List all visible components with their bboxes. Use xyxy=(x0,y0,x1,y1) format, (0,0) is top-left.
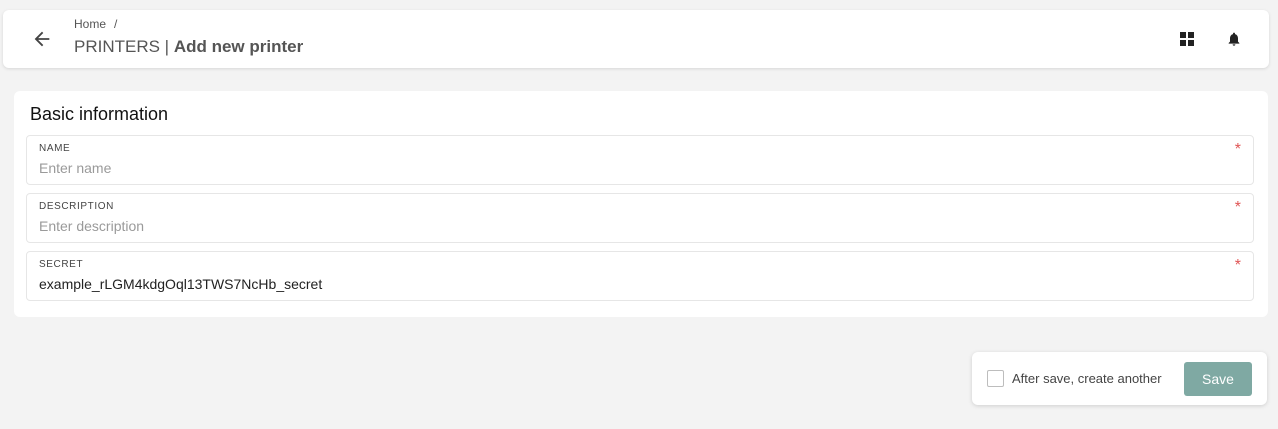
breadcrumb-home[interactable]: Home xyxy=(74,17,106,31)
form-actions: After save, create another Save xyxy=(972,352,1267,405)
secret-input[interactable] xyxy=(39,276,1229,292)
required-marker: * xyxy=(1234,141,1241,158)
secret-label: SECRET xyxy=(39,259,84,270)
secret-field[interactable]: SECRET * xyxy=(26,251,1254,301)
name-field[interactable]: NAME * xyxy=(26,135,1254,185)
page-title: PRINTERS | Add new printer xyxy=(74,37,303,57)
description-label: DESCRIPTION xyxy=(39,201,114,212)
description-input[interactable] xyxy=(39,218,1229,234)
required-marker: * xyxy=(1234,257,1241,274)
description-field[interactable]: DESCRIPTION * xyxy=(26,193,1254,243)
arrow-left-icon xyxy=(31,28,53,55)
name-label: NAME xyxy=(39,143,71,154)
page-title-prefix: PRINTERS | xyxy=(74,37,170,56)
create-another-checkbox[interactable] xyxy=(987,370,1004,387)
save-button[interactable]: Save xyxy=(1184,362,1252,396)
breadcrumb: Home / xyxy=(74,17,117,31)
back-button[interactable] xyxy=(27,26,57,56)
dashboard-button[interactable] xyxy=(1175,29,1199,53)
notifications-button[interactable] xyxy=(1222,29,1246,53)
required-marker: * xyxy=(1234,199,1241,216)
page-title-main: Add new printer xyxy=(173,37,304,56)
name-input[interactable] xyxy=(39,160,1229,176)
create-another-label[interactable]: After save, create another xyxy=(1012,371,1162,386)
grid-icon xyxy=(1179,31,1195,52)
section-title: Basic information xyxy=(30,104,169,124)
breadcrumb-separator: / xyxy=(114,17,118,31)
bell-icon xyxy=(1226,31,1242,52)
top-bar: Home / PRINTERS | Add new printer xyxy=(3,10,1269,68)
basic-information-card: Basic information NAME * DESCRIPTION * S… xyxy=(14,91,1268,317)
